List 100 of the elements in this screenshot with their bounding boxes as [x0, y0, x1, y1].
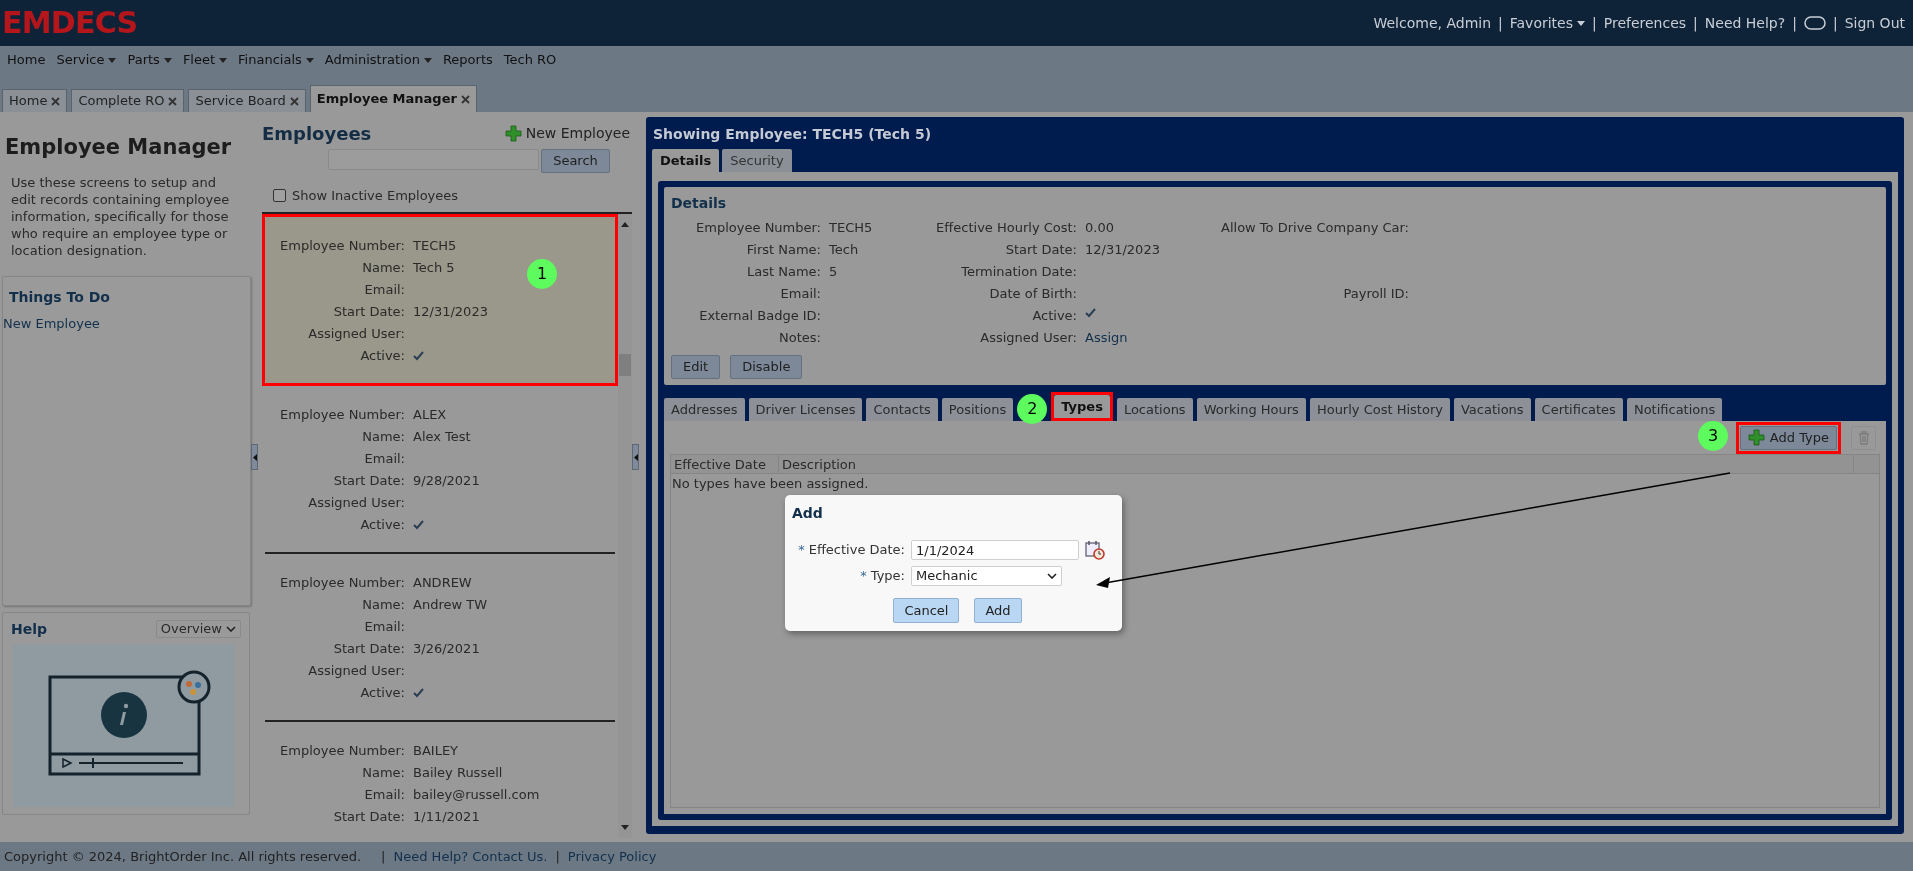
- section-tab[interactable]: Addresses: [664, 398, 745, 421]
- action-button[interactable]: Edit: [671, 355, 721, 379]
- field-label: Termination Date:: [960, 263, 1077, 281]
- menu-item[interactable]: Administration: [324, 50, 432, 70]
- required-mark: *: [798, 541, 805, 560]
- plus-icon: [1747, 429, 1765, 446]
- field-label: Email:: [363, 785, 405, 804]
- field-value: BAILEY: [413, 741, 459, 760]
- field-label: Employee Number:: [279, 236, 405, 255]
- action-button[interactable]: Disable: [730, 355, 803, 379]
- dialog-title: Add: [792, 504, 824, 523]
- field-label: Employee Number:: [696, 219, 821, 237]
- field-value: ALEX: [413, 405, 447, 424]
- page-title: Employee Manager: [4, 134, 233, 161]
- add-type-button[interactable]: Add Type: [1739, 425, 1837, 450]
- field-label: External Badge ID:: [698, 307, 821, 325]
- empty-message: No types have been assigned.: [671, 475, 870, 493]
- column-title: Employees: [262, 122, 372, 146]
- menu-item[interactable]: Tech RO: [503, 50, 557, 70]
- page-tab[interactable]: Home: [2, 89, 68, 112]
- field-value: 0.00: [1085, 220, 1114, 235]
- copyright-text: Copyright © 2024, BrightOrder Inc. All rights reserved.: [4, 847, 362, 866]
- checkbox[interactable]: [273, 189, 286, 203]
- section-title: Details: [671, 194, 728, 213]
- footer-link[interactable]: Need Help? Contact Us.: [393, 846, 548, 867]
- close-icon: [51, 96, 61, 106]
- step-number-badge: 3: [1698, 421, 1728, 451]
- field-value: TECH5: [413, 236, 457, 255]
- calendar-clock-icon[interactable]: [1085, 540, 1105, 560]
- collapse-handle[interactable]: [251, 444, 258, 470]
- welcome-text: Welcome, Admin: [1373, 13, 1492, 33]
- separator: |: [555, 847, 560, 866]
- chevron-down-icon: [1047, 573, 1057, 579]
- favorites-menu[interactable]: Favorites: [1509, 12, 1585, 34]
- overview-dropdown[interactable]: Overview: [155, 620, 241, 638]
- field-label: Email:: [363, 280, 405, 299]
- dialog-button[interactable]: Add: [974, 598, 1022, 623]
- field-label: Date of Birth:: [988, 285, 1077, 303]
- field-label: Last Name:: [746, 263, 821, 281]
- section-tab[interactable]: Driver Licenses: [748, 398, 863, 421]
- scroll-thumb[interactable]: [619, 353, 631, 376]
- header-link[interactable]: Sign Out: [1844, 12, 1905, 34]
- page-tab[interactable]: Complete RO: [71, 89, 185, 112]
- field-label: Start Date:: [332, 639, 405, 658]
- separator: |: [381, 847, 386, 866]
- menu-item[interactable]: Parts: [127, 50, 172, 70]
- collapse-handle[interactable]: [632, 444, 639, 470]
- page-tab[interactable]: Employee Manager: [309, 85, 477, 112]
- triangle-left-icon: [633, 453, 638, 461]
- menu-item[interactable]: Fleet: [182, 50, 228, 70]
- chevron-down-icon: [226, 626, 236, 632]
- section-tab[interactable]: Contacts: [866, 398, 938, 421]
- scrollbar[interactable]: [618, 213, 632, 838]
- section-tab[interactable]: Positions: [941, 398, 1014, 421]
- separator: |: [1832, 13, 1838, 34]
- new-employee-link[interactable]: New Employee: [3, 307, 100, 333]
- section-tab[interactable]: Hourly Cost History: [1309, 398, 1450, 421]
- separator: |: [1498, 13, 1503, 34]
- search-field[interactable]: [328, 149, 540, 170]
- menu-item[interactable]: Financials: [238, 50, 314, 70]
- footer-link[interactable]: Privacy Policy: [567, 846, 657, 867]
- field-label: Start Date:: [332, 302, 405, 321]
- field-label: Notes:: [778, 329, 821, 347]
- date-field[interactable]: 1/1/2024: [911, 540, 1079, 560]
- field-value: Bailey Russell: [413, 763, 503, 782]
- type-dropdown[interactable]: Mechanic: [911, 566, 1062, 586]
- field-value: 12/31/2023: [1085, 242, 1160, 257]
- page-tab[interactable]: Service Board: [188, 89, 306, 112]
- search-button[interactable]: Search: [541, 149, 610, 173]
- field-value: TECH5: [829, 220, 873, 235]
- field-value: 12/31/2023: [413, 302, 488, 321]
- section-tab[interactable]: Notifications: [1626, 398, 1723, 421]
- header-link[interactable]: Need Help?: [1704, 12, 1786, 34]
- new-employee-button[interactable]: New Employee: [504, 123, 630, 144]
- menu-item[interactable]: Reports: [442, 50, 493, 70]
- field-value: Andrew TW: [413, 595, 487, 614]
- plus-icon: [504, 125, 522, 142]
- section-tab[interactable]: Vacations: [1453, 398, 1531, 421]
- header-link[interactable]: Preferences: [1603, 12, 1687, 34]
- menu-item[interactable]: Service: [56, 50, 117, 70]
- field-value: ANDREW: [413, 573, 472, 592]
- detail-tab[interactable]: Details: [652, 149, 720, 172]
- step-number-badge: 1: [527, 258, 557, 289]
- dialog-button[interactable]: Cancel: [893, 598, 960, 623]
- assign-link[interactable]: Assign: [1085, 330, 1128, 345]
- field-label: Assigned User:: [307, 324, 405, 343]
- field-label: Start Date:: [332, 471, 405, 490]
- menu-item[interactable]: Home: [7, 50, 46, 70]
- section-tab[interactable]: Certificates: [1534, 398, 1623, 421]
- field-label: Email:: [363, 449, 405, 468]
- section-tab[interactable]: Locations: [1116, 398, 1193, 421]
- pill-icon[interactable]: [1803, 16, 1826, 30]
- section-tab[interactable]: Types: [1054, 395, 1110, 418]
- employee-card[interactable]: Employee Number: TECH5 Name: Tech 5 Email: Start Date: 12/31/2023 Assigned User: Active: 1: [262, 213, 618, 386]
- section-tab[interactable]: Working Hours: [1196, 398, 1306, 421]
- separator: |: [1792, 13, 1797, 34]
- detail-tab[interactable]: Security: [722, 149, 792, 172]
- field-label: Effective Hourly Cost:: [935, 219, 1077, 237]
- close-icon: [460, 94, 470, 104]
- logo: EMDECS: [1, 8, 138, 38]
